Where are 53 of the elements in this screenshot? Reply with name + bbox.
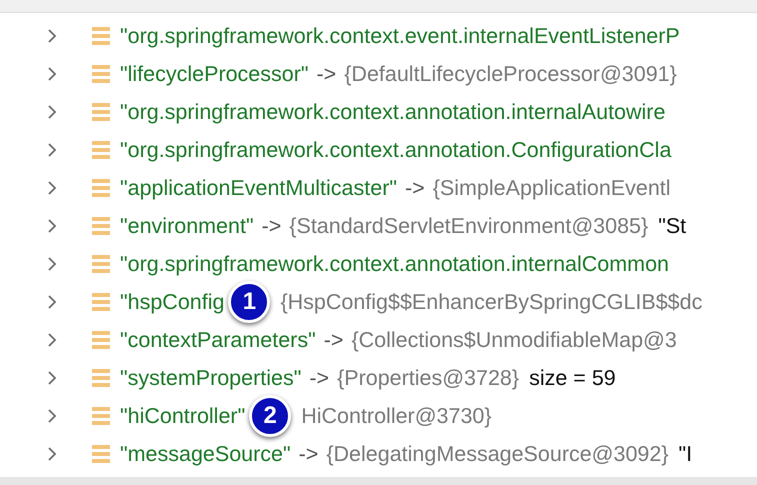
entry-value: {Properties@3728} (337, 366, 520, 390)
entry-key: "messageSource" (120, 442, 291, 466)
expand-chevron-icon[interactable] (47, 408, 57, 424)
arrow-text: -> (309, 366, 330, 390)
map-entry-icon (91, 254, 111, 274)
expand-chevron-icon[interactable] (47, 256, 57, 272)
expand-chevron-icon[interactable] (47, 180, 57, 196)
map-entry-icon (91, 444, 111, 464)
map-entry-icon (91, 140, 111, 160)
entry-value: {DelegatingMessageSource@3092} (326, 442, 669, 466)
entry-extra: "St (658, 214, 686, 238)
entry-extra: size = 59 (529, 366, 616, 390)
map-entry-icon (91, 406, 111, 426)
expand-chevron-icon[interactable] (47, 446, 57, 462)
entry-key: "hspConfig (120, 290, 224, 314)
arrow-text: -> (404, 176, 425, 200)
expand-chevron-icon[interactable] (47, 218, 57, 234)
map-entry-icon (91, 178, 111, 198)
entry-key: "lifecycleProcessor" (120, 62, 309, 86)
map-entry-icon (91, 292, 111, 312)
entry-value: {StandardServletEnvironment@3085} (289, 214, 648, 238)
expand-chevron-icon[interactable] (47, 104, 57, 120)
expand-chevron-icon[interactable] (47, 332, 57, 348)
entry-key: "hiController" (120, 404, 246, 428)
entry-key: "applicationEventMulticaster" (120, 176, 397, 200)
entry-value: {DefaultLifecycleProcessor@3091} (344, 62, 677, 86)
arrow-text: -> (298, 442, 318, 466)
expand-chevron-icon[interactable] (47, 28, 57, 44)
entry-key: "org.springframework.context.event.internalEventListenerP (120, 24, 680, 48)
entry-key: "org.springframework.context.annotation.internalCommon (120, 252, 669, 276)
expand-chevron-icon[interactable] (47, 66, 57, 82)
entry-value: HiController@3730} (301, 404, 492, 428)
map-entry-icon (91, 216, 111, 236)
map-entry-icon (91, 102, 111, 122)
entry-key: "contextParameters" (120, 328, 316, 352)
arrow-text: -> (324, 328, 344, 352)
entry-value: {Collections$UnmodifiableMap@3 (351, 328, 677, 352)
entry-value: {SimpleApplicationEventl (432, 176, 671, 200)
map-entry-icon (91, 26, 111, 46)
entry-key: "systemProperties" (120, 366, 302, 390)
map-entry-icon (91, 368, 111, 388)
expand-chevron-icon[interactable] (47, 370, 57, 386)
expand-chevron-icon[interactable] (47, 142, 57, 158)
map-entry-icon (91, 330, 111, 350)
arrow-text: -> (316, 62, 336, 86)
entry-value: {HspConfig$$EnhancerBySpringCGLIB$$dc (280, 290, 702, 314)
entry-extra: "I (678, 442, 692, 466)
arrow-text: -> (262, 214, 282, 238)
entry-key: "environment" (120, 214, 254, 238)
expand-chevron-icon[interactable] (47, 294, 57, 310)
map-entry-icon (91, 64, 111, 84)
entry-key: "org.springframework.context.annotation.ConfigurationCla (120, 138, 672, 162)
entry-key: "org.springframework.context.annotation.internalAutowire (120, 100, 666, 124)
